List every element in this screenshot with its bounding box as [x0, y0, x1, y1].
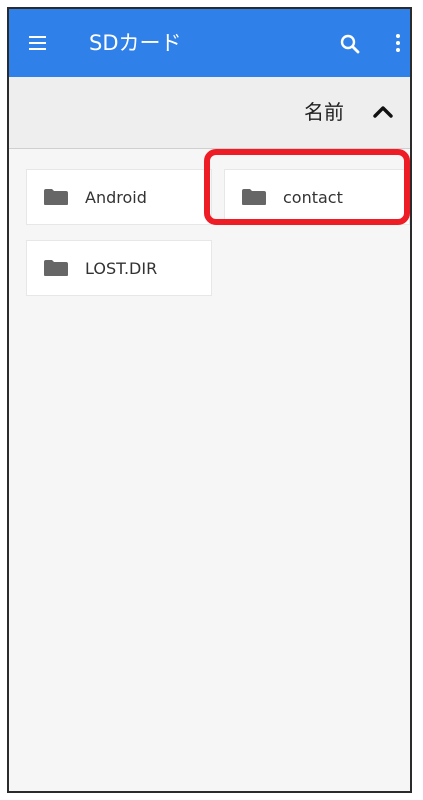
more-vert-icon[interactable]: [392, 31, 404, 55]
sort-label[interactable]: 名前: [304, 99, 344, 125]
app-title: SDカード: [89, 31, 182, 55]
sort-bar[interactable]: 名前: [9, 77, 410, 149]
folder-icon: [44, 260, 68, 276]
menu-icon[interactable]: [26, 33, 50, 53]
folder-icon: [44, 189, 68, 205]
chevron-up-icon[interactable]: [370, 100, 396, 124]
app-bar: SDカード: [9, 9, 410, 77]
folder-icon: [242, 189, 266, 205]
folder-item-android[interactable]: Android: [27, 170, 211, 224]
search-icon[interactable]: [338, 32, 362, 56]
file-grid: Android contact LOST.DIR: [9, 149, 410, 791]
folder-item-lost-dir[interactable]: LOST.DIR: [27, 241, 211, 295]
folder-name: LOST.DIR: [85, 258, 158, 278]
device-screen: SDカード 名前 Android contact LOST.DIR: [7, 7, 412, 793]
folder-name: contact: [283, 187, 343, 207]
folder-item-contact[interactable]: contact: [225, 170, 409, 224]
folder-name: Android: [85, 187, 147, 207]
